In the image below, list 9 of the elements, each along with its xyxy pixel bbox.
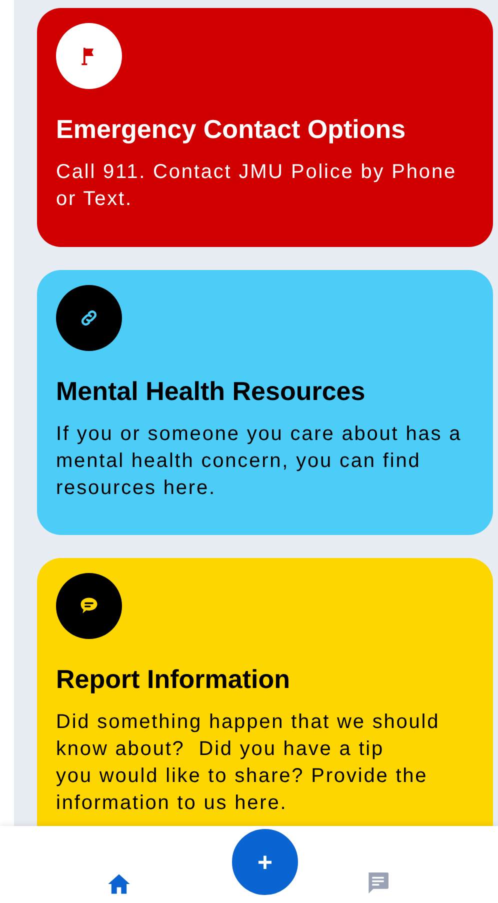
card-description: If you or someone you care about has a mental health concern, you can find resources here. — [56, 422, 463, 501]
resource-card[interactable]: Emergency Contact Options Call 911. Contact JMU Police by Phone or Text. — [37, 8, 493, 247]
card-title: Mental Health Resources — [56, 375, 366, 407]
card-description: Did something happen that we should know about? Did you have a tip you would like to share? Provide the information to us here. — [56, 710, 441, 816]
card-title: Emergency Contact Options — [56, 113, 407, 145]
card-title: Report Information — [56, 663, 291, 695]
resource-card[interactable]: Report Information Did something happen that we should know about? Did you have a tip you would like to share? Provide the information to us here. — [37, 558, 493, 826]
resource-card[interactable]: Mental Health Resources If you or someone you care about has a mental health concern, you can find resources here. — [37, 270, 493, 535]
card-description: Call 911. Contact JMU Police by Phone or Text. — [56, 160, 458, 212]
